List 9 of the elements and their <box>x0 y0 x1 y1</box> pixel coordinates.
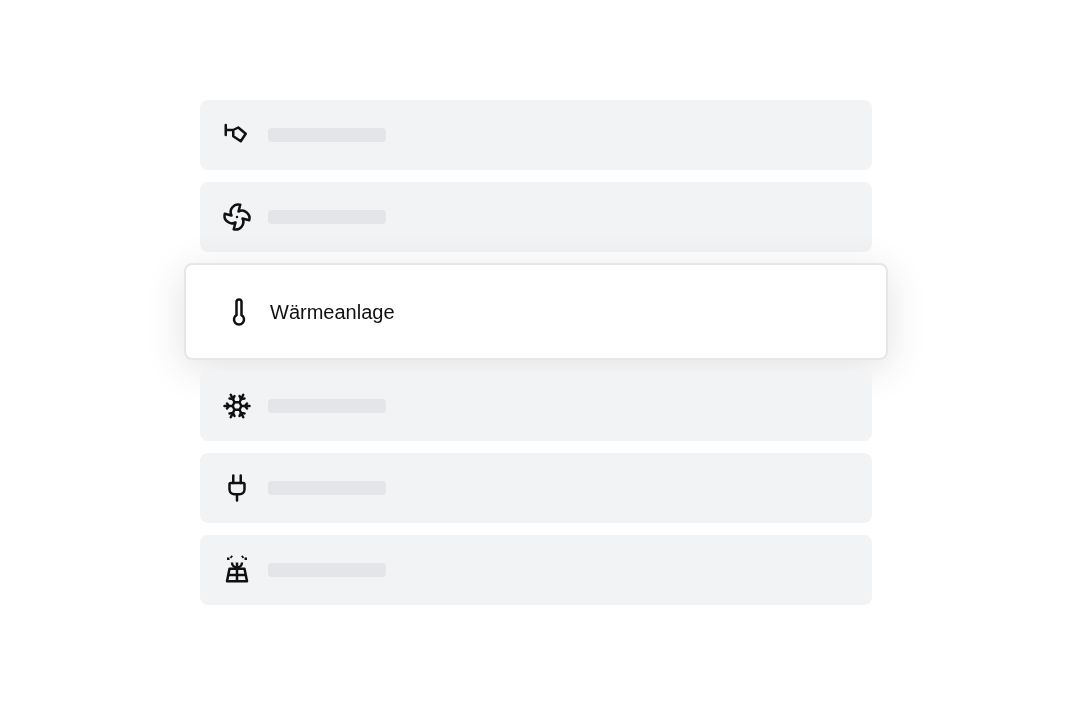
list-item[interactable] <box>200 100 872 170</box>
selected-list-item[interactable]: Wärmeanlage <box>184 263 888 360</box>
list-item[interactable] <box>200 453 872 523</box>
item-label: Wärmeanlage <box>270 299 395 325</box>
fan-icon <box>222 202 252 232</box>
snowflake-icon <box>222 391 252 421</box>
list-item[interactable] <box>200 535 872 605</box>
list-item[interactable] <box>200 371 872 441</box>
list-item[interactable] <box>200 182 872 252</box>
